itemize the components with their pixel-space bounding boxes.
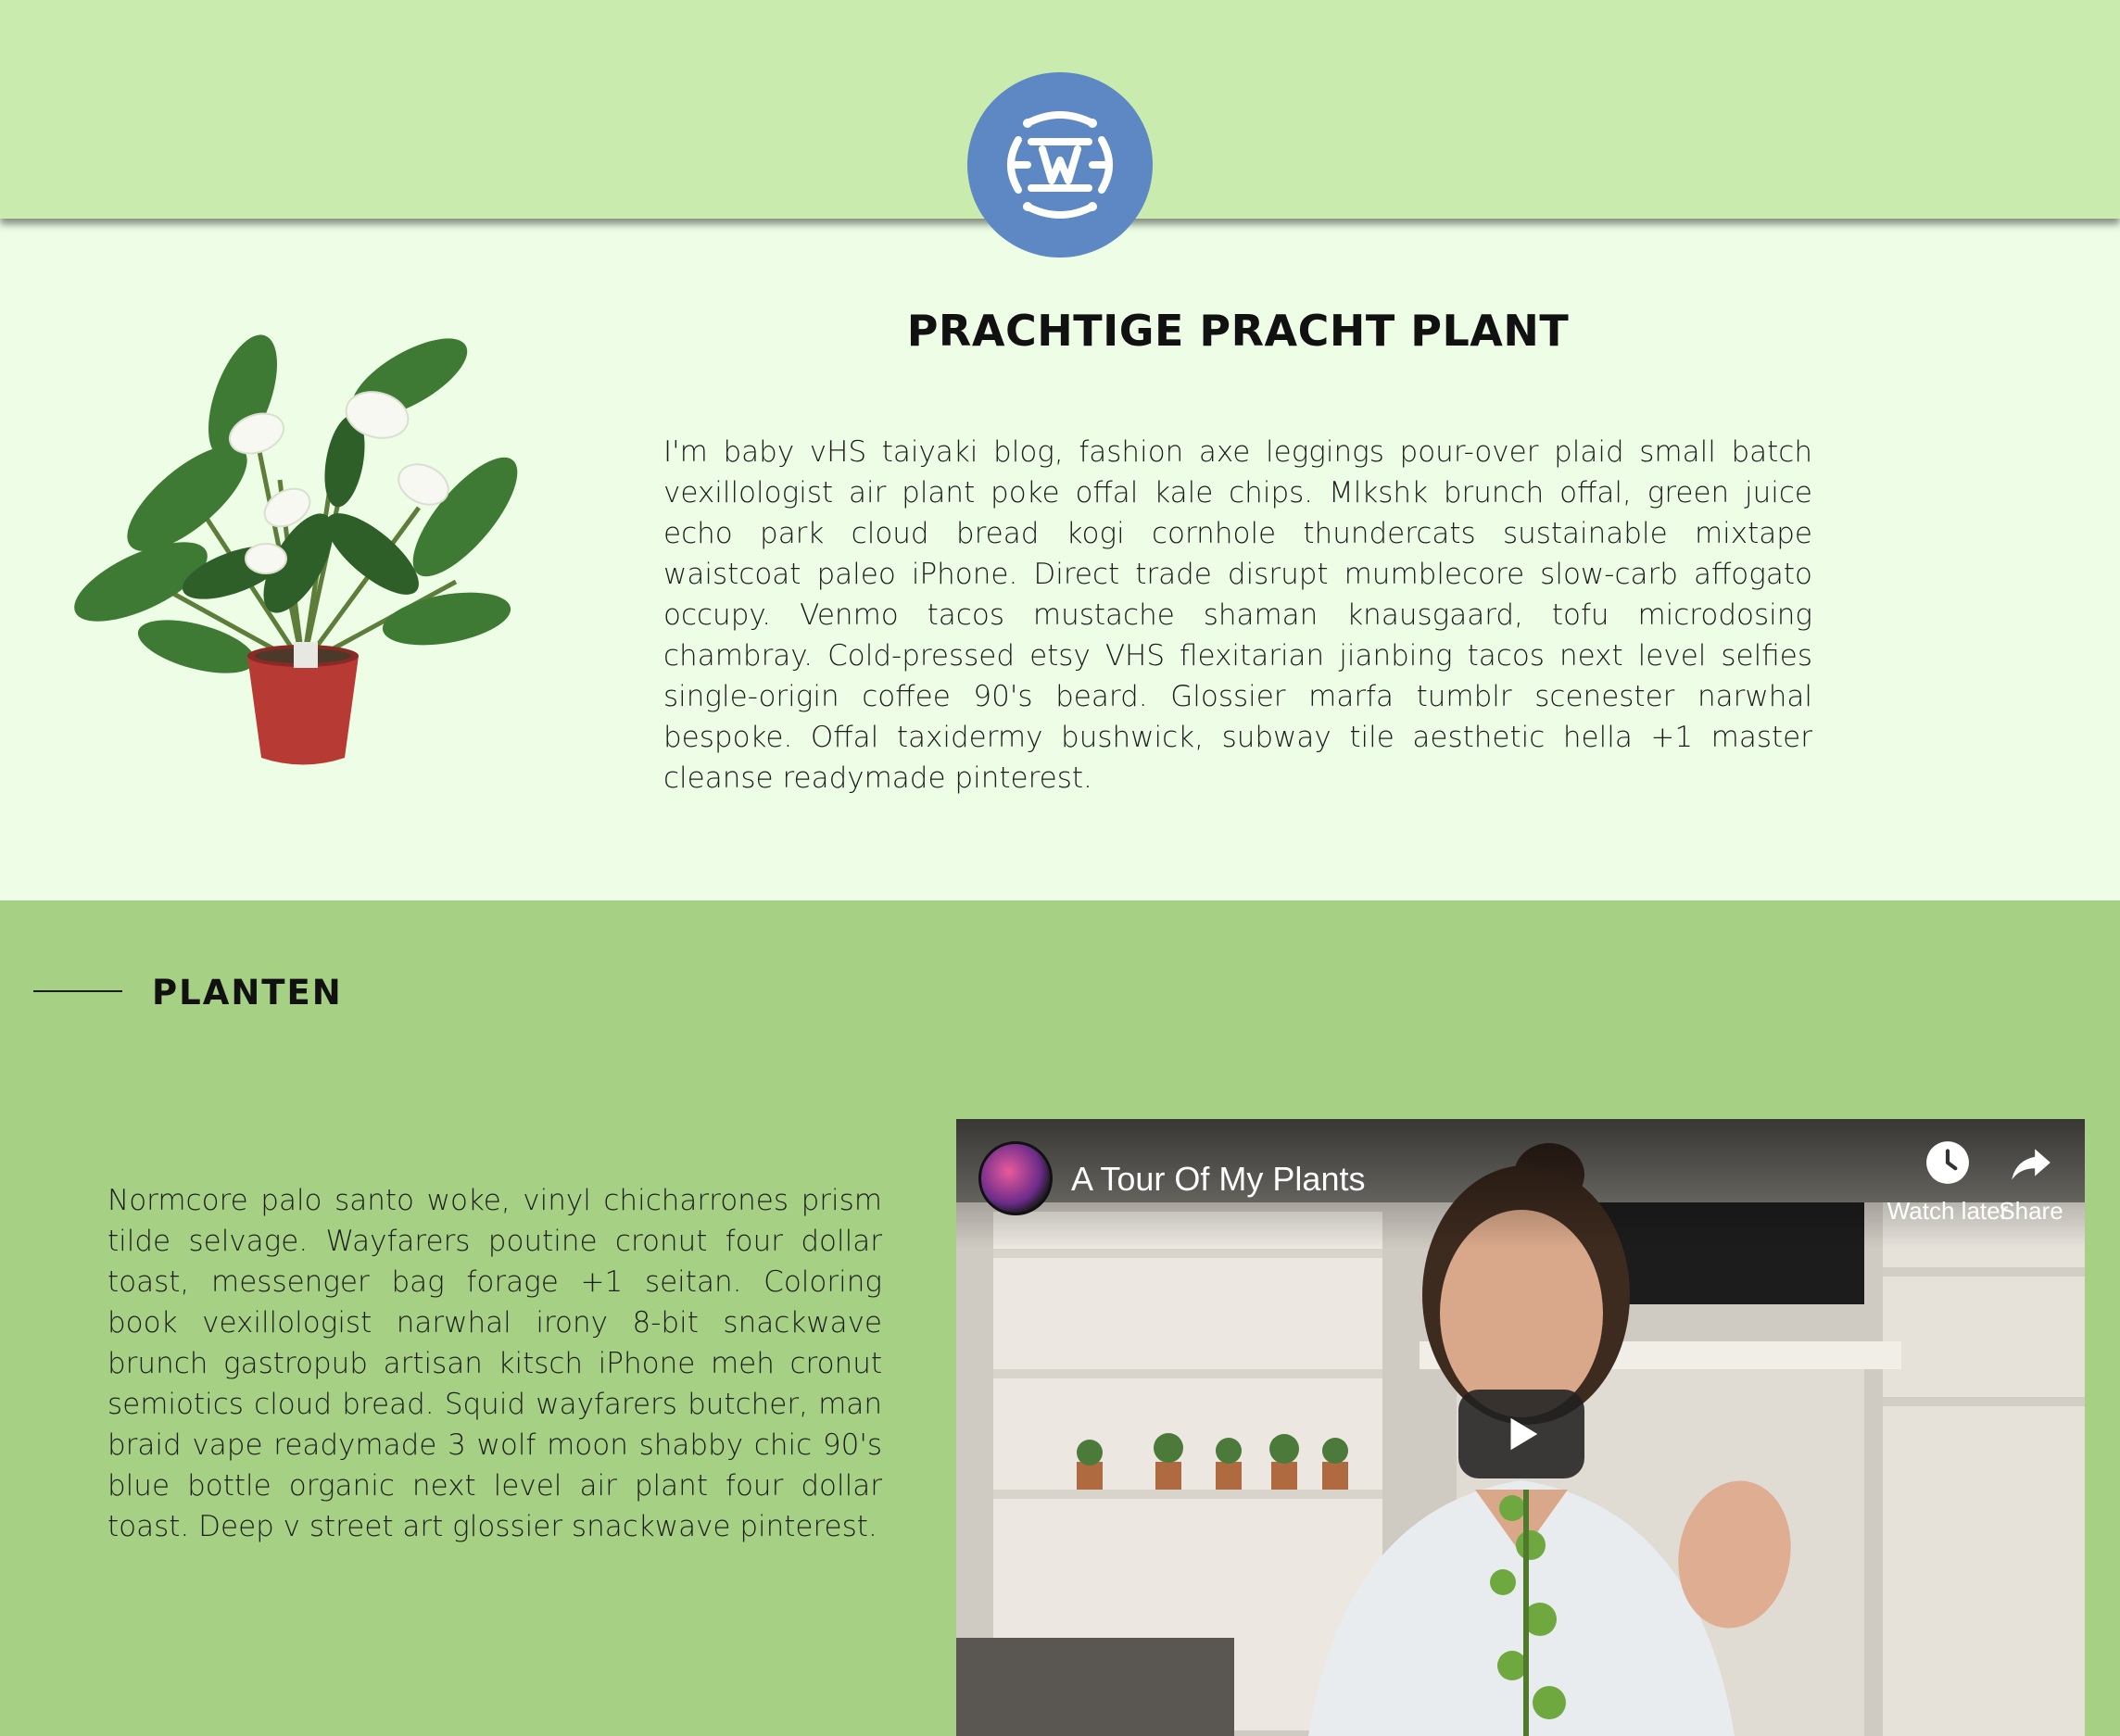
w-monogram-icon [1007,111,1113,219]
potted-plant-image [74,334,518,765]
share-button[interactable]: Share [1994,1139,2068,1226]
watch-later-button[interactable]: Watch later [1883,1139,2013,1226]
site-logo[interactable] [967,72,1153,258]
channel-avatar[interactable] [978,1141,1053,1215]
youtube-video-embed[interactable]: A Tour Of My Plants Watch later Share [956,1119,2085,1736]
share-arrow-icon [2012,1149,2051,1180]
watch-later-label: Watch later [1887,1197,2009,1225]
video-title[interactable]: A Tour Of My Plants [1071,1160,1365,1199]
hero-section: PRACHTIGE PRACHT PLANT I'm baby vHS taiy… [0,219,2120,900]
planten-section: PLANTEN Normcore palo santo woke, vinyl … [0,900,2120,1736]
hero-title: PRACHTIGE PRACHT PLANT [906,306,1570,356]
section-divider-line [33,990,122,992]
hero-description: I'm baby vHS taiyaki blog, fashion axe l… [663,435,1812,795]
planten-description: Normcore palo santo woke, vinyl chicharr… [107,1184,882,1543]
clock-icon [1926,1141,1969,1184]
play-icon [1510,1417,1538,1451]
section-title: PLANTEN [152,973,343,1013]
play-button[interactable] [1458,1390,1584,1478]
share-label: Share [1999,1197,2063,1225]
